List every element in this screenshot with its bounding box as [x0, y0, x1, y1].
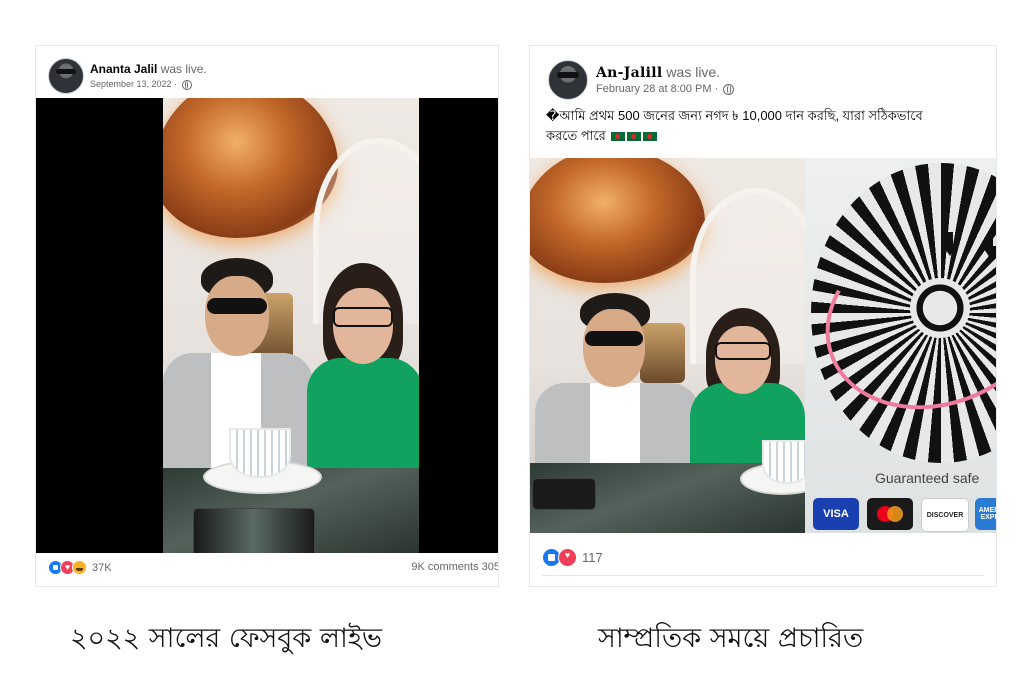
author-name[interactable]: An-Jalill [596, 65, 663, 81]
caption-line-2: করতে পারে [546, 128, 606, 143]
author-line: An-Jalill was live. [596, 64, 720, 81]
video-frame [163, 98, 419, 553]
video-frame [530, 158, 805, 533]
haha-icon [72, 560, 87, 575]
divider [542, 575, 984, 576]
post-meta: September 13, 2022 · [90, 79, 192, 90]
globe-icon [181, 79, 192, 90]
post-footer: 37K 9K comments 305 [36, 556, 498, 580]
down-arrow-icon [982, 234, 996, 258]
reaction-count: 117 [582, 550, 603, 565]
live-video[interactable]: Guaranteed safe VISA DISCOVER AMERI EXPR [530, 158, 996, 533]
author-avatar[interactable] [48, 58, 84, 94]
painted-ceiling [530, 158, 705, 283]
mastercard-logo-icon [867, 498, 913, 530]
post-header: An-Jalill was live. February 28 at 8:00 … [530, 46, 996, 102]
author-line: Ananta Jalil was live. [90, 62, 207, 76]
live-status: was live. [666, 64, 721, 80]
post-date[interactable]: September 13, 2022 · [90, 79, 177, 89]
caption-line-1: �আমি প্রথম 500 জনের জন্য নগদ ৳ 10,000 দা… [546, 108, 923, 123]
globe-icon [723, 83, 735, 95]
phone-on-table [532, 478, 596, 510]
post-footer: 117 [530, 544, 996, 576]
post-header: Ananta Jalil was live. September 13, 202… [36, 46, 498, 102]
caption-2022-live: ২০২২ সালের ফেসবুক লাইভ [70, 623, 383, 654]
facebook-post-recent: An-Jalill was live. February 28 at 8:00 … [530, 46, 996, 586]
author-name[interactable]: Ananta Jalil [90, 62, 157, 76]
caption-recent-spread: সাম্প্রতিক সময়ে প্রচারিত [598, 623, 864, 654]
painted-ceiling [163, 98, 338, 238]
discover-logo-icon: DISCOVER [921, 498, 969, 532]
guaranteed-safe-text: Guaranteed safe [875, 470, 980, 486]
amex-logo-icon: AMERI EXPR [975, 498, 996, 530]
live-status: was live. [160, 62, 207, 76]
caption-line-2-wrap: করতে পারে [546, 126, 996, 146]
woman-figure [303, 263, 419, 488]
facebook-post-2022: Ananta Jalil was live. September 13, 202… [36, 46, 498, 586]
teacup [762, 440, 805, 484]
scam-ad-overlay: Guaranteed safe VISA DISCOVER AMERI EXPR [799, 158, 996, 533]
post-caption: �আমি প্রথম 500 জনের জন্য নগদ ৳ 10,000 দা… [546, 106, 996, 146]
teacup [229, 428, 291, 478]
bangladesh-flag-icon [611, 132, 626, 142]
visa-logo-icon: VISA [813, 498, 859, 530]
author-avatar[interactable] [548, 60, 588, 100]
live-video[interactable] [36, 98, 498, 553]
comments-count[interactable]: 9K comments 305 [411, 561, 498, 573]
reactions-summary[interactable]: 37K [48, 560, 112, 575]
post-meta: February 28 at 8:00 PM · [596, 83, 735, 95]
down-arrow-icon [942, 232, 958, 256]
man-figure [535, 293, 700, 503]
post-date[interactable]: February 28 at 8:00 PM · [596, 83, 718, 95]
love-icon [558, 548, 577, 567]
phone-on-table [193, 508, 315, 553]
bangladesh-flag-icon [643, 132, 658, 142]
reactions-summary[interactable]: 117 [542, 548, 603, 567]
reaction-count: 37K [92, 561, 112, 574]
bangladesh-flag-icon [627, 132, 642, 142]
